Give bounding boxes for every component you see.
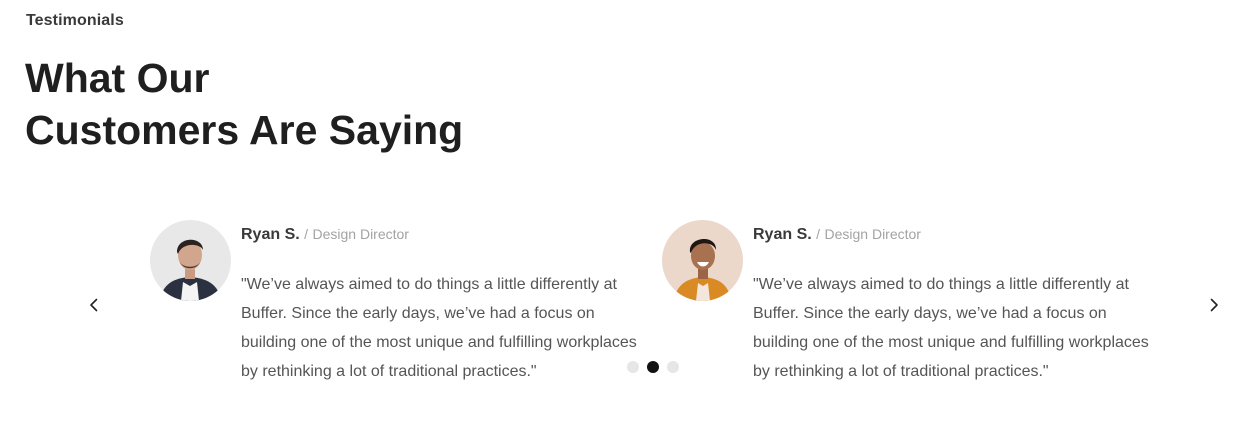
carousel-dot-2[interactable] (647, 361, 659, 373)
carousel-dot-1[interactable] (627, 361, 639, 373)
reviewer-name: Ryan S. (241, 226, 300, 243)
meta-separator: / (816, 226, 821, 242)
carousel-next-button[interactable] (1202, 293, 1226, 317)
reviewer-name: Ryan S. (753, 226, 812, 243)
testimonial-card: Ryan S. / Design Director "We’ve always … (150, 220, 650, 390)
reviewer-role: Design Director (312, 226, 409, 242)
testimonial-card: Ryan S. / Design Director "We’ve always … (662, 220, 1162, 390)
avatar (662, 220, 743, 301)
carousel-pagination (627, 360, 679, 374)
carousel-dot-3[interactable] (667, 361, 679, 373)
section-title-line-2: Customers Are Saying (25, 107, 464, 153)
reviewer-role: Design Director (824, 226, 921, 242)
testimonial-meta: Ryan S. / Design Director (753, 226, 921, 244)
carousel-prev-button[interactable] (82, 293, 106, 317)
meta-separator: / (304, 226, 309, 242)
testimonial-quote: "We’ve always aimed to do things a littl… (241, 276, 637, 380)
section-eyebrow: Testimonials (26, 12, 124, 29)
section-title: What Our Customers Are Saying (25, 52, 463, 156)
avatar (150, 220, 231, 301)
chevron-right-icon (1210, 298, 1218, 312)
section-title-line-1: What Our (25, 55, 210, 101)
testimonial-quote: "We’ve always aimed to do things a littl… (753, 276, 1149, 380)
chevron-left-icon (90, 298, 98, 312)
testimonial-meta: Ryan S. / Design Director (241, 226, 409, 244)
